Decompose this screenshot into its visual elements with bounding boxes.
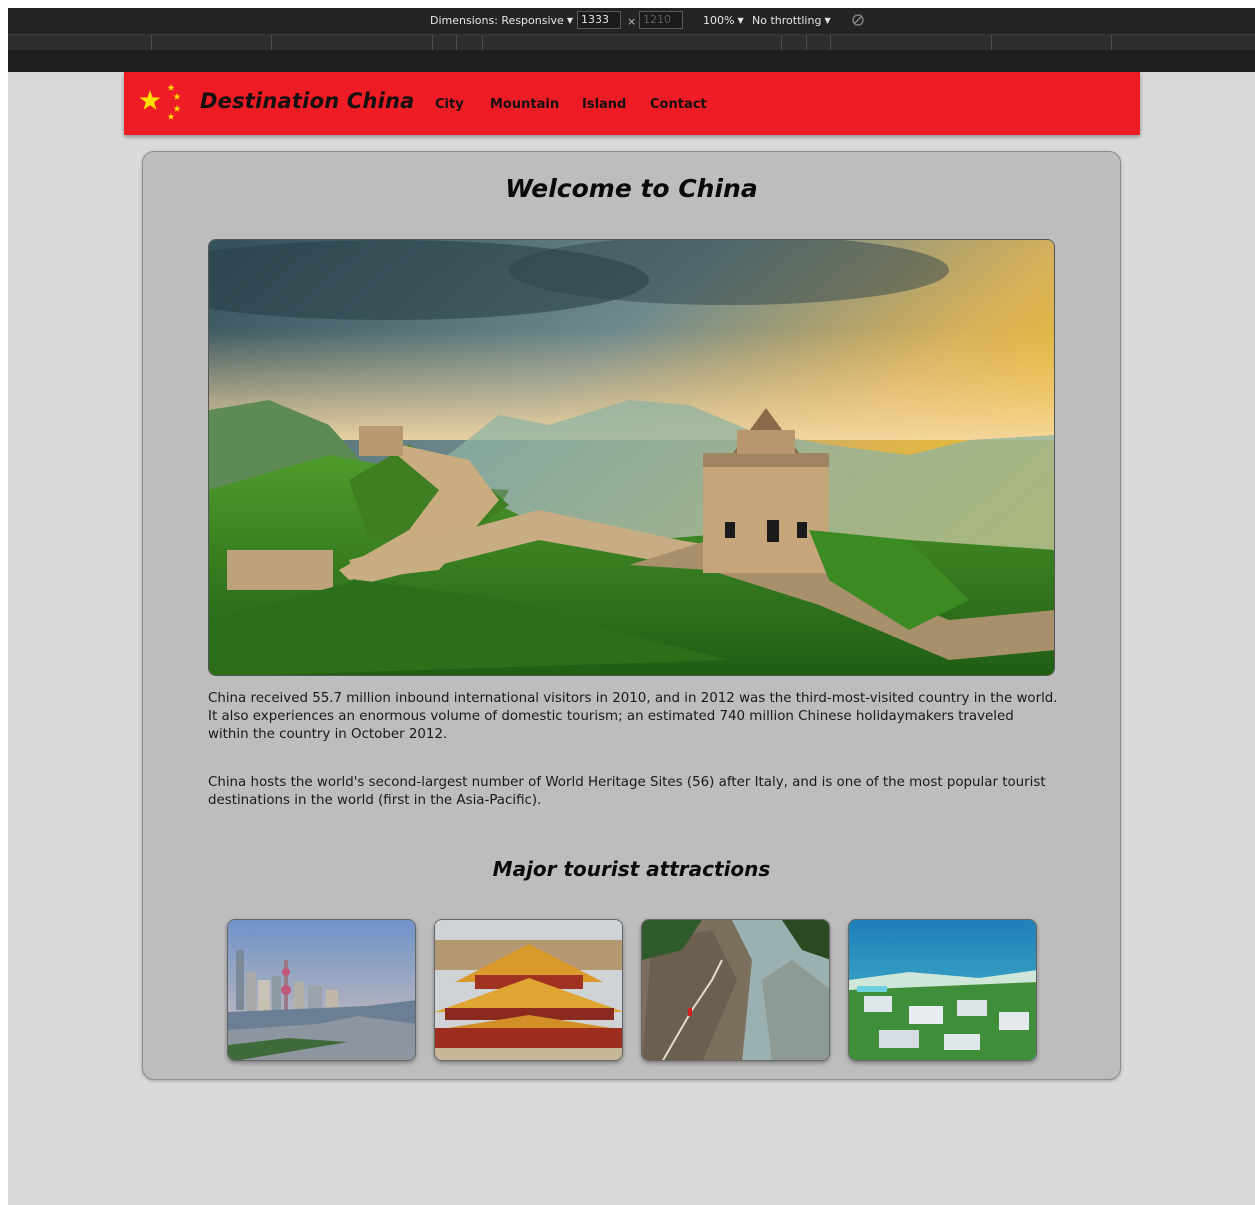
page-viewport: Destination China City Mountain Island C… [8,72,1255,1205]
attraction-thumb-forbidden-city[interactable] [434,919,623,1061]
dropdown-arrow-icon: ▼ [824,16,831,25]
media-query-bar [8,34,1255,50]
heritage-paragraph: China hosts the world's second-largest n… [208,775,1046,808]
mountain-cliff-path-image [642,920,829,1060]
width-input[interactable]: 1333 [577,11,621,29]
dimensions-label: Dimensions: Responsive [430,14,564,27]
dropdown-arrow-icon: ▼ [566,16,573,25]
dropdown-arrow-icon: ▼ [737,16,744,25]
zoom-label: 100% [703,14,735,27]
dimensions-dropdown[interactable]: Dimensions: Responsive ▼ [430,14,573,27]
attractions-heading: Major tourist attractions [492,857,771,881]
attraction-thumb-mountain[interactable] [641,919,830,1061]
china-flag-logo [139,84,181,120]
nav-link-island[interactable]: Island [582,97,626,112]
times-sign: × [627,15,637,28]
throttling-dropdown[interactable]: No throttling ▼ [752,14,831,27]
great-wall-image [209,240,1054,675]
nav-link-mountain[interactable]: Mountain [490,97,559,112]
ruler-bar [8,50,1255,72]
rotate-icon[interactable] [851,13,865,30]
devtools-toolbar: Dimensions: Responsive ▼ 1333 × 1210 100%… [8,8,1255,34]
height-input[interactable]: 1210 [639,11,683,29]
forbidden-city-image [435,920,622,1060]
page-title: Welcome to China [505,174,758,203]
zoom-dropdown[interactable]: 100% ▼ [703,14,744,27]
intro-paragraph: China received 55.7 million inbound inte… [208,691,1058,742]
throttling-label: No throttling [752,14,822,27]
attraction-thumb-island[interactable] [848,919,1037,1061]
attraction-thumb-shanghai[interactable] [227,919,416,1061]
navbar: Destination China City Mountain Island C… [124,72,1140,135]
island-resort-image [849,920,1036,1060]
brand-title[interactable]: Destination China [200,89,415,113]
hero-image-great-wall [208,239,1055,676]
content-card: Welcome to China China received 55.7 mil… [142,151,1121,1080]
nav-link-city[interactable]: City [435,97,464,112]
shanghai-skyline-image [228,920,415,1060]
nav-link-contact[interactable]: Contact [650,97,707,112]
